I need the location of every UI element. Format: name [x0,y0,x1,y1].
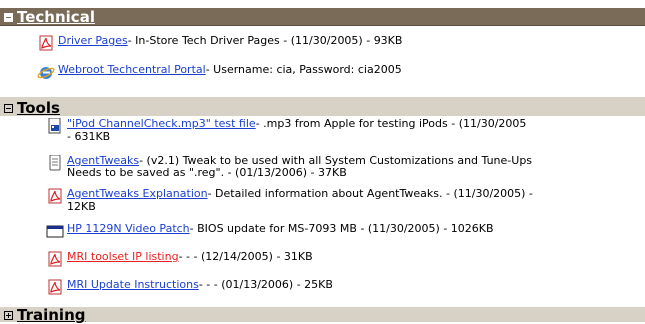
text-file-icon [49,155,61,171]
agenttweaks-explanation-link[interactable]: AgentTweaks Explanation [67,188,208,200]
item-description: - - - (12/14/2005) - 31KB [178,250,313,263]
section-header-technical[interactable]: Technical [0,8,645,26]
ipod-test-file-link[interactable]: "iPod ChannelCheck.mp3" test file [67,118,256,130]
list-item: HP 1129N Video Patch - BIOS update for M… [46,223,494,239]
collapse-toggle-icon[interactable] [4,104,13,113]
list-item: Driver Pages - In-Store Tech Driver Page… [37,35,402,51]
window-icon [46,225,64,238]
list-item: MRI Update Instructions - - - (01/13/200… [46,279,333,295]
section-header-tools[interactable]: Tools [0,97,645,116]
item-description: - Username: cia, Password: cia2005 [205,63,402,76]
webroot-portal-link[interactable]: Webroot Techcentral Portal [58,64,206,76]
pdf-icon [48,279,62,295]
pdf-icon [48,251,62,267]
item-description-continued: 12KB [67,200,96,213]
item-description: - In-Store Tech Driver Pages - (11/30/20… [127,34,403,47]
list-item: "iPod ChannelCheck.mp3" test file - .mp3… [46,118,526,134]
list-item: Webroot Techcentral Portal - Username: c… [37,64,402,80]
item-description-continued: - 631KB [67,130,111,143]
expand-toggle-icon[interactable] [4,311,13,320]
item-description: - Detailed information about AgentTweaks… [207,187,533,200]
pdf-icon [48,188,62,204]
section-header-training[interactable]: Training [0,307,645,323]
media-file-icon [48,118,61,134]
list-item: AgentTweaks Explanation - Detailed infor… [46,188,533,204]
ie-web-icon [37,67,55,79]
section-title-training[interactable]: Training [17,307,85,323]
item-description: - - - (01/13/2006) - 25KB [198,278,333,291]
driver-pages-link[interactable]: Driver Pages [58,35,128,47]
list-item: MRI toolset IP listing - - - (12/14/2005… [46,251,313,267]
item-description-continued: Needs to be saved as ".reg". - (01/13/20… [67,166,347,179]
mri-update-instructions-link[interactable]: MRI Update Instructions [67,279,199,291]
section-title-tools[interactable]: Tools [17,100,60,116]
mri-toolset-ip-link[interactable]: MRI toolset IP listing [67,251,179,263]
pdf-icon [39,35,53,51]
section-title-technical[interactable]: Technical [17,9,95,25]
item-description: - BIOS update for MS-7093 MB - (11/30/20… [189,222,494,235]
item-description: - .mp3 from Apple for testing iPods - (1… [255,117,527,130]
collapse-toggle-icon[interactable] [4,13,13,22]
hp-video-patch-link[interactable]: HP 1129N Video Patch [67,223,190,235]
